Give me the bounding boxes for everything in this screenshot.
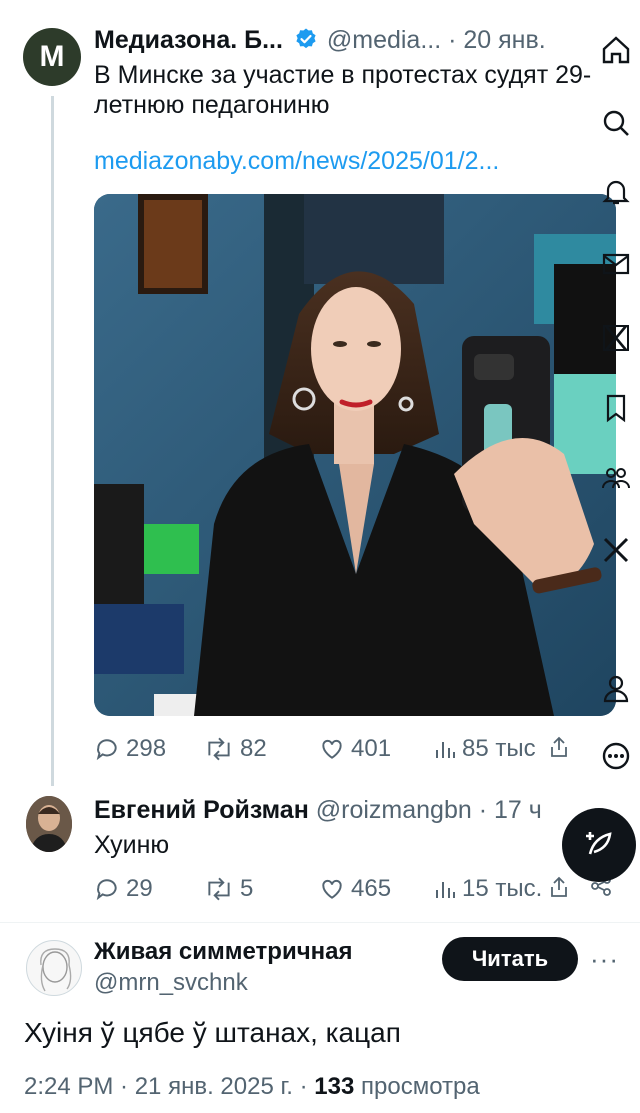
retweet-count: 82 (240, 735, 267, 762)
profile-icon[interactable] (600, 672, 632, 704)
reply-button[interactable]: 29 (94, 875, 153, 903)
views-label: просмотра (361, 1073, 480, 1100)
more-icon[interactable] (600, 740, 632, 772)
views-count: 133 (314, 1073, 355, 1100)
home-icon[interactable] (600, 34, 632, 66)
messages-icon[interactable] (600, 248, 632, 280)
tweet-header: Евгений Ройзман @roizmangbn · 17 ч (94, 796, 542, 825)
divider (0, 922, 640, 923)
author-handle[interactable]: @roizmangbn (316, 796, 472, 824)
views-count: 85 тыс (462, 735, 536, 762)
author-name[interactable]: Евгений Ройзман (94, 796, 309, 824)
avatar-sketch (40, 948, 72, 992)
tweet-time[interactable]: · 20 янв. (448, 26, 546, 54)
mirror-selfie-image (94, 194, 616, 716)
author-avatar[interactable] (26, 796, 72, 852)
author-avatar[interactable] (26, 940, 82, 996)
compose-post-icon (586, 832, 612, 855)
search-icon[interactable] (600, 107, 632, 139)
tweet-photo[interactable] (94, 194, 616, 716)
reply-icon (96, 739, 117, 761)
tweet-actions: 29 5 465 15 тыс. (94, 875, 611, 905)
reply-count: 29 (126, 875, 153, 902)
sidebar-nav (590, 0, 640, 800)
author-avatar[interactable]: M (23, 28, 81, 86)
tweet-text: Хуиню (94, 831, 170, 859)
like-count: 465 (351, 875, 392, 902)
bookmarks-icon[interactable] (600, 392, 632, 424)
retweet-icon (208, 737, 230, 761)
avatar-letter: M (39, 40, 65, 73)
verified-badge-icon (296, 28, 316, 49)
views-icon (436, 742, 455, 758)
like-button[interactable]: 465 (319, 875, 391, 903)
views-button[interactable]: 85 тыс (434, 735, 536, 763)
like-icon (322, 879, 342, 899)
like-icon (322, 739, 342, 759)
more-options-button[interactable]: ··· (590, 944, 619, 975)
views-button[interactable]: 15 тыс. (434, 875, 542, 903)
tweet-text: Хуіня ў цябе ў штанах, кацап (24, 1017, 401, 1048)
tweet-meta: 2:24 PM · 21 янв. 2025 г. · 133 просмотр… (24, 1073, 480, 1101)
tweet-text: В Минске за участие в протестах судят 29… (94, 61, 592, 119)
tweet-timestamp[interactable]: 2:24 PM · 21 янв. 2025 г. · (24, 1073, 308, 1100)
views-count: 15 тыс. (462, 875, 543, 902)
communities-icon[interactable] (600, 462, 632, 494)
grok-icon[interactable] (600, 322, 632, 354)
retweet-button[interactable]: 5 (204, 875, 253, 903)
follow-button[interactable]: Читать (442, 937, 578, 981)
retweet-button[interactable]: 82 (204, 735, 267, 763)
author-handle[interactable]: @mrn_svchnk (94, 969, 248, 997)
share-button[interactable] (548, 875, 570, 899)
share-icon (551, 876, 567, 897)
x-premium-icon[interactable] (600, 534, 632, 566)
like-count: 401 (351, 735, 392, 762)
tweet-actions: 298 82 401 85 тыс (94, 735, 574, 765)
reply-icon (96, 879, 117, 901)
like-button[interactable]: 401 (319, 735, 391, 763)
reply-button[interactable]: 298 (94, 735, 166, 763)
compose-post-button[interactable] (562, 808, 636, 882)
article-link[interactable]: mediazonaby.com/news/2025/01/2... (94, 147, 499, 176)
author-name[interactable]: Медиазона. Б... (94, 26, 283, 54)
thread-connector (51, 96, 54, 786)
author-handle[interactable]: @media... (327, 26, 441, 54)
views-icon (436, 882, 455, 898)
notifications-icon[interactable] (600, 176, 632, 208)
share-icon (551, 736, 567, 757)
reply-count: 298 (126, 735, 167, 762)
tweet-time[interactable]: · 17 ч (479, 796, 542, 824)
retweet-count: 5 (240, 875, 254, 902)
retweet-icon (208, 877, 230, 901)
tweet-header: Медиазона. Б... @media... · 20 янв. (94, 26, 546, 55)
share-button[interactable] (548, 735, 570, 759)
author-name[interactable]: Живая симметричная (94, 938, 353, 966)
avatar-photo (26, 796, 72, 852)
